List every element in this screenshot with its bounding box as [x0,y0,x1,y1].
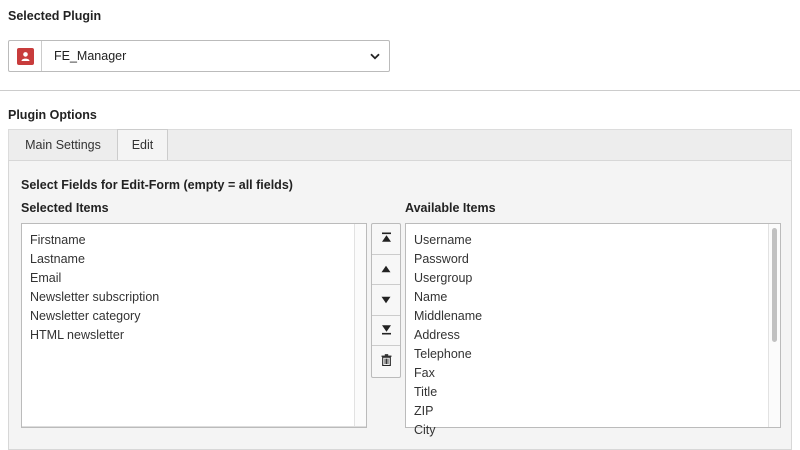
available-list-scrollbar[interactable] [768,224,780,427]
move-down-button[interactable] [372,285,400,316]
move-up-button[interactable] [372,255,400,286]
list-item[interactable]: Email [30,270,366,289]
plugin-options-title: Plugin Options [8,108,97,122]
selected-list-scrollbar[interactable] [354,224,366,427]
move-down-icon [381,293,391,307]
move-to-bottom-icon [381,324,392,338]
list-item[interactable]: Username [414,232,780,251]
delete-button[interactable] [372,346,400,377]
section-divider [0,90,800,91]
selected-list-scrollbar-track [22,426,366,427]
edit-form-fields-title: Select Fields for Edit-Form (empty = all… [21,178,293,192]
move-up-icon [381,262,391,276]
tab-main-settings[interactable]: Main Settings [9,130,117,161]
list-item[interactable]: Lastname [30,251,366,270]
list-item[interactable]: City [414,422,780,441]
selected-items-label: Selected Items [21,201,109,215]
list-item[interactable]: Address [414,327,780,346]
list-item[interactable]: Newsletter category [30,308,366,327]
plugin-icon-container [9,41,42,71]
list-item[interactable]: Telephone [414,346,780,365]
list-item[interactable]: Password [414,251,780,270]
list-item[interactable]: ZIP [414,403,780,422]
plugin-select[interactable]: FE_Manager [8,40,390,72]
list-item[interactable]: Middlename [414,308,780,327]
available-items-list[interactable]: Username Password Usergroup Name Middlen… [405,223,781,437]
tab-bar: Main Settings Edit [8,129,792,161]
move-to-top-icon [381,232,392,246]
user-icon [16,47,34,65]
chevron-down-icon [370,53,380,60]
tab-edit[interactable]: Edit [117,129,168,161]
list-item[interactable]: HTML newsletter [30,327,366,346]
list-item[interactable]: Title [414,384,780,403]
list-item[interactable]: Firstname [30,232,366,251]
move-to-top-button[interactable] [372,224,400,255]
tab-panel-edit: Select Fields for Edit-Form (empty = all… [8,160,792,450]
plugin-select-value: FE_Manager [54,49,127,63]
list-controls [371,223,401,378]
move-to-bottom-button[interactable] [372,316,400,347]
selected-items-list[interactable]: Firstname Lastname Email Newsletter subs… [21,223,367,428]
selected-plugin-title: Selected Plugin [8,9,102,23]
available-items-label: Available Items [405,201,496,215]
list-item[interactable]: Name [414,289,780,308]
list-item[interactable]: Usergroup [414,270,780,289]
list-item[interactable]: Newsletter subscription [30,289,366,308]
scrollbar-thumb[interactable] [772,228,777,342]
trash-icon [381,354,392,369]
list-item[interactable]: Fax [414,365,780,384]
